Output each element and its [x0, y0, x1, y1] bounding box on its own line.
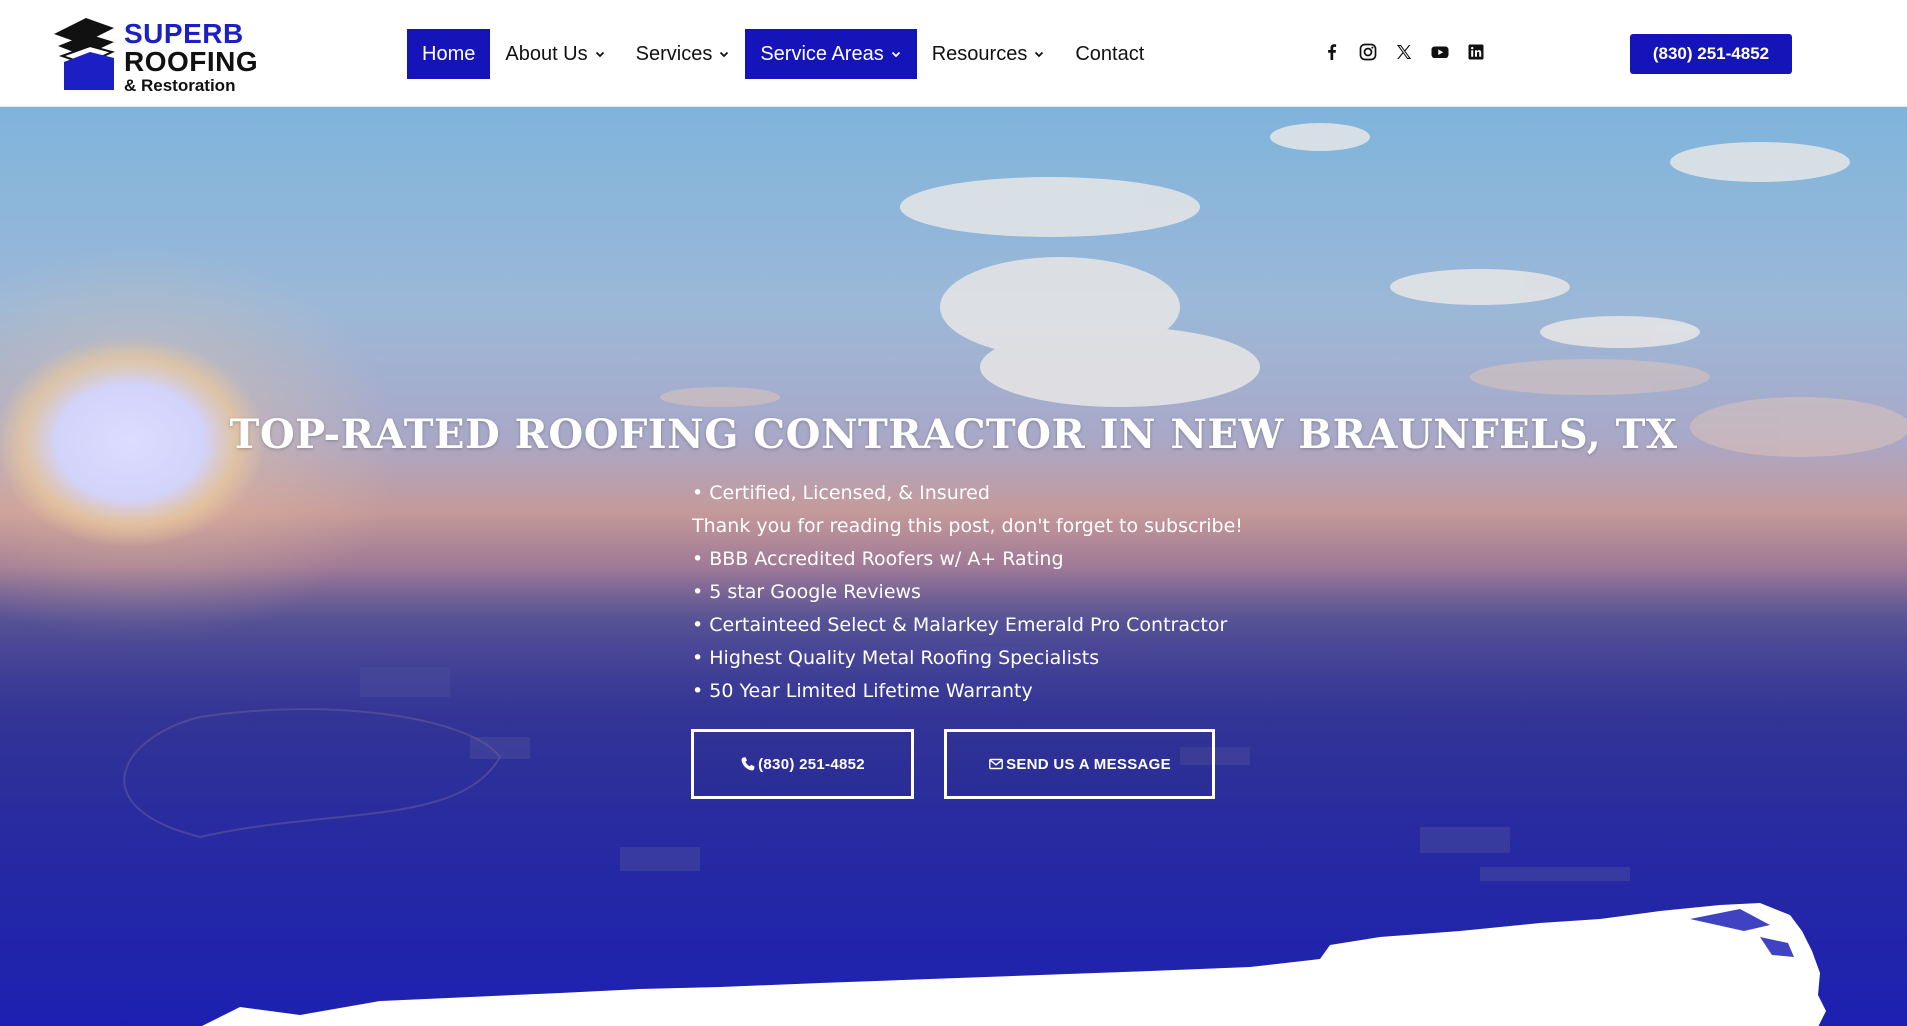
nav-item-services[interactable]: Services: [621, 29, 746, 79]
main-nav: Home About Us Services Service Areas Res…: [407, 29, 1159, 79]
nav-item-label: Contact: [1075, 42, 1145, 65]
logo-roof-icon: [54, 18, 115, 90]
brush-stroke-divider: [202, 903, 1826, 1026]
hero-section: TOP-RATED ROOFING CONTRACTOR IN NEW BRAU…: [0, 107, 1907, 1026]
nav-item-label: Service Areas: [760, 42, 884, 65]
chevron-down-icon: [594, 48, 606, 60]
nav-item-service-areas[interactable]: Service Areas: [745, 29, 917, 79]
chevron-down-icon: [1033, 48, 1045, 60]
logo-text: SUPERB ROOFING & Restoration: [124, 20, 258, 95]
youtube-icon[interactable]: [1430, 42, 1450, 62]
logo-line-roofing: ROOFING: [124, 46, 259, 77]
list-item: • Certainteed Select & Malarkey Emerald …: [692, 614, 1228, 636]
nav-item-label: Home: [422, 42, 476, 65]
list-item: Thank you for reading this post, don't f…: [692, 515, 1243, 537]
facebook-icon[interactable]: [1322, 42, 1342, 62]
social-links: [1322, 42, 1486, 62]
header-phone-button[interactable]: (830) 251-4852: [1630, 34, 1792, 74]
call-button-label: (830) 251-4852: [758, 755, 865, 773]
chevron-down-icon: [890, 48, 902, 60]
site-logo[interactable]: SUPERB ROOFING & Restoration: [52, 16, 262, 95]
nav-item-label: About Us: [505, 42, 588, 65]
x-icon[interactable]: [1394, 42, 1414, 62]
logo-line-restoration: & Restoration: [124, 76, 236, 95]
instagram-icon[interactable]: [1358, 42, 1378, 62]
linkedin-icon[interactable]: [1466, 42, 1486, 62]
list-item: • 5 star Google Reviews: [692, 581, 921, 603]
envelope-icon: [988, 756, 1004, 772]
chevron-down-icon: [718, 48, 730, 60]
nav-item-resources[interactable]: Resources: [917, 29, 1061, 79]
nav-item-home[interactable]: Home: [407, 29, 491, 79]
hero-title: TOP-RATED ROOFING CONTRACTOR IN NEW BRAU…: [229, 411, 1678, 458]
logo-line-superb: SUPERB: [124, 18, 244, 49]
phone-icon: [740, 756, 756, 772]
send-message-label: SEND US A MESSAGE: [1006, 755, 1171, 773]
list-item: • BBB Accredited Roofers w/ A+ Rating: [692, 548, 1064, 570]
list-item: • 50 Year Limited Lifetime Warranty: [692, 680, 1033, 702]
nav-item-label: Services: [635, 42, 713, 65]
nav-item-label: Resources: [931, 42, 1028, 65]
hero-features-list: • Certified, Licensed, & Insured Thank y…: [692, 477, 1243, 708]
nav-item-contact[interactable]: Contact: [1060, 29, 1159, 79]
list-item: • Highest Quality Metal Roofing Speciali…: [692, 647, 1100, 669]
call-button[interactable]: (830) 251-4852: [691, 729, 914, 799]
site-header: SUPERB ROOFING & Restoration Home About …: [0, 0, 1907, 107]
list-item: • Certified, Licensed, & Insured: [692, 482, 990, 504]
nav-item-about-us[interactable]: About Us: [490, 29, 620, 79]
send-message-button[interactable]: SEND US A MESSAGE: [944, 729, 1215, 799]
